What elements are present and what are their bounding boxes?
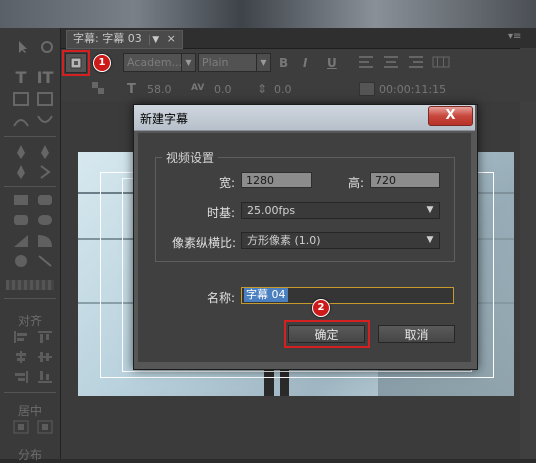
panel-menu-icon[interactable]: ▾≡ (508, 31, 521, 42)
toolbox-divider (4, 186, 56, 187)
align-center-v-icon[interactable] (36, 350, 54, 366)
ellipse-tool-icon[interactable] (12, 254, 30, 270)
tab-title[interactable]: 字幕: 字幕 03 ▼ × (66, 30, 183, 49)
align-top-icon[interactable] (36, 330, 54, 346)
area-type-tool-icon[interactable] (12, 92, 30, 108)
toolbar-row-1: Academ... ▼ Plain ▼ B I U (61, 49, 536, 75)
align-center-text-icon[interactable] (381, 53, 401, 71)
toolbox-divider (4, 298, 56, 299)
vertical-area-type-tool-icon[interactable] (36, 92, 54, 108)
align-section-label: 对齐 (17, 314, 42, 328)
align-left-icon[interactable] (12, 330, 30, 346)
kerning-value[interactable]: 0.0 (214, 83, 232, 96)
add-anchor-tool-icon[interactable] (12, 164, 30, 180)
name-label: 名称: (207, 291, 236, 305)
timebase-value: 25.00fps (247, 204, 296, 217)
toolbox-divider (4, 392, 56, 393)
show-background-video-icon[interactable] (359, 82, 375, 96)
close-icon: X (445, 108, 456, 123)
tab-title-label: 字幕: 字幕 03 (73, 32, 142, 45)
align-right-text-icon[interactable] (405, 53, 425, 71)
step-callout-2: 2 (312, 299, 330, 317)
tab-menu-icon[interactable]: ▼ (149, 35, 162, 45)
convert-anchor-tool-icon[interactable] (36, 164, 54, 180)
name-input-value: 字幕 04 (244, 288, 288, 302)
align-right-icon[interactable] (12, 370, 30, 386)
swatch-strip (6, 280, 54, 290)
align-left-text-icon[interactable] (357, 53, 377, 71)
wedge-tool-icon[interactable] (12, 234, 30, 250)
vertical-path-type-tool-icon[interactable] (36, 114, 54, 130)
vertical-type-tool-icon[interactable]: IT (36, 70, 54, 86)
center-vertical-icon[interactable] (36, 420, 54, 436)
bold-button[interactable]: B (279, 56, 288, 70)
font-family-dropdown-icon[interactable]: ▼ (181, 53, 196, 72)
center-section-label: 居中 (17, 404, 42, 418)
rounded-corner-rectangle-tool-icon[interactable] (12, 214, 30, 230)
selection-tool-icon[interactable] (14, 40, 32, 56)
font-size-icon: T (127, 82, 136, 97)
rounded-rectangle-tool-icon[interactable] (36, 214, 54, 230)
pixel-aspect-value: 方形像素 (1.0) (247, 234, 321, 247)
leading-value[interactable]: 0.0 (274, 83, 292, 96)
roll-crawl-options-icon[interactable] (89, 79, 109, 97)
clipped-corner-rectangle-tool-icon[interactable] (36, 194, 54, 210)
cancel-button[interactable]: 取消 (378, 325, 455, 343)
background-strip (0, 0, 536, 28)
dialog-title: 新建字幕 (140, 112, 189, 126)
timecode-value[interactable]: 00:00:11:15 (379, 83, 446, 96)
rotation-tool-icon[interactable] (38, 40, 56, 56)
font-family-field[interactable]: Academ... (123, 53, 183, 72)
video-settings-group-title: 视频设置 (162, 149, 219, 166)
timebase-select[interactable]: 25.00fps ▼ (241, 202, 440, 219)
align-bottom-icon[interactable] (36, 370, 54, 386)
underline-button[interactable]: U (327, 56, 337, 70)
height-label: 高: (348, 176, 365, 190)
kerning-icon: AV (191, 83, 205, 93)
path-type-tool-icon[interactable] (12, 114, 30, 130)
rectangle-tool-icon[interactable] (12, 194, 30, 210)
tab-stops-icon[interactable] (431, 53, 451, 71)
highlight-frame-ok (284, 320, 370, 348)
width-label: 宽: (219, 176, 236, 190)
font-style-dropdown-icon[interactable]: ▼ (256, 53, 271, 72)
type-tool-icon[interactable]: T (12, 70, 30, 86)
line-tool-icon[interactable] (36, 254, 54, 270)
arc-tool-icon[interactable] (36, 234, 54, 250)
toolbox-divider (4, 136, 56, 137)
panel-right-edge (520, 48, 536, 459)
italic-button[interactable]: I (303, 56, 307, 70)
font-size-value[interactable]: 58.0 (147, 83, 172, 96)
font-style-field[interactable]: Plain (198, 53, 258, 72)
pen-tool-icon[interactable] (12, 144, 30, 160)
height-input[interactable]: 720 (370, 172, 440, 188)
toolbar-row-2: T 58.0 AV 0.0 ⇕ 0.0 00:00:11:15 (61, 75, 536, 101)
chevron-down-icon: ▼ (426, 205, 434, 215)
leading-icon: ⇕ (257, 82, 268, 96)
step-callout-1: 1 (93, 54, 111, 72)
dialog-close-button[interactable]: X (428, 106, 473, 126)
pixel-aspect-select[interactable]: 方形像素 (1.0) ▼ (241, 232, 440, 249)
chevron-down-icon: ▼ (426, 235, 434, 245)
timebase-label: 时基: (207, 206, 236, 220)
center-horizontal-icon[interactable] (12, 420, 30, 436)
align-center-h-icon[interactable] (12, 350, 30, 366)
pixel-aspect-label: 像素纵横比: (172, 236, 237, 250)
distribute-section-label: 分布 (17, 448, 42, 462)
delete-anchor-tool-icon[interactable] (36, 144, 54, 160)
tab-close-icon[interactable]: × (167, 32, 176, 45)
title-tools-panel: T IT 对齐 居中 分布 (0, 28, 61, 462)
highlight-frame-new-title (62, 50, 90, 76)
width-input[interactable]: 1280 (241, 172, 312, 188)
